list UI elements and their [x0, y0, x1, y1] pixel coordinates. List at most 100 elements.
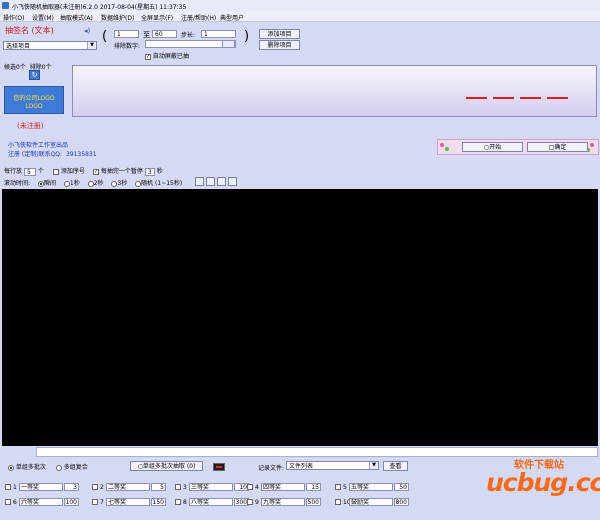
add-seq-checkbox[interactable] — [53, 168, 59, 175]
project-select[interactable]: 选择项目 ▼ — [3, 41, 97, 50]
prize-item: 5 五等奖 50 — [335, 483, 409, 491]
pause-unit: 秒 — [156, 168, 163, 175]
pause-input[interactable]: 3 — [144, 167, 155, 176]
scroll-time-row: 滚动时间: 瞬间 1秒 2秒 3秒 随机 (1~15秒) — [4, 178, 182, 187]
prize-name-input[interactable]: 四等奖 — [261, 483, 305, 491]
exclude-label: 排除数字: — [114, 43, 141, 50]
project-label: 抽签名 (文本) — [5, 26, 54, 35]
mode-single-radio[interactable] — [8, 464, 14, 471]
prize-count-input[interactable]: 150 — [151, 498, 166, 506]
record-label: 记录文件: — [258, 465, 285, 472]
range-from-input[interactable]: 1 — [114, 30, 139, 38]
menu-data[interactable]: 数据维护(D) — [101, 13, 134, 22]
result-slot — [547, 97, 568, 99]
prize-checkbox[interactable] — [247, 499, 253, 505]
exclude-picker-button[interactable] — [222, 40, 235, 48]
prize-name-input[interactable]: 一等奖 — [19, 483, 63, 491]
prize-count-input[interactable]: 5 — [151, 483, 166, 491]
site-watermark: 软件下载站 ucbug.cc — [486, 456, 600, 512]
prize-name-input[interactable]: 八等奖 — [189, 498, 233, 506]
scroll-mode-radio[interactable] — [87, 180, 94, 187]
flower-icon — [590, 143, 594, 147]
studio-name: 小飞侠软件工作室出品 — [8, 142, 69, 149]
prize-name-input[interactable]: 九等奖 — [261, 498, 305, 506]
mode-multi-radio[interactable] — [55, 464, 62, 471]
prize-name-input[interactable]: 六等奖 — [19, 498, 63, 506]
menu-draw-mode[interactable]: 抽取模式(A) — [60, 13, 93, 22]
add-seq-option[interactable]: 添加序号 — [53, 166, 85, 175]
step-input[interactable]: 1 — [201, 30, 236, 38]
prize-item: 7 七等奖 150 — [92, 498, 166, 506]
scroll-mode-radio[interactable] — [37, 180, 44, 187]
scroll-mode-radio[interactable] — [135, 180, 142, 187]
record-file-select[interactable]: 文件列表 ▼ — [286, 461, 379, 470]
pause-label: 每抽完一个暂停 — [100, 168, 143, 175]
per-row-label: 每行放 — [4, 168, 23, 175]
menu-operate[interactable]: 操作(O) — [3, 13, 24, 22]
contact-value[interactable]: 39135831 — [66, 151, 97, 158]
prize-checkbox[interactable] — [92, 484, 98, 490]
image-icon[interactable] — [206, 177, 215, 186]
prize-checkbox[interactable] — [5, 499, 11, 505]
refresh-icon[interactable]: ↻ — [29, 70, 40, 80]
prize-checkbox[interactable] — [175, 484, 181, 490]
menu-settings[interactable]: 设置(M) — [32, 13, 54, 22]
speaker-icon[interactable]: ◂) — [84, 27, 90, 35]
step-label: 步长: — [181, 32, 196, 39]
prize-name-input[interactable]: 三等奖 — [189, 483, 233, 491]
prize-name-input[interactable]: 鼓励奖 — [349, 498, 393, 506]
studio-contact: 注册 (定制)联系QQ: 39135831 — [8, 149, 97, 158]
result-area — [2, 189, 598, 446]
font-icon[interactable] — [195, 177, 204, 186]
start-button[interactable]: ○开始 — [462, 142, 523, 152]
prize-checkbox[interactable] — [5, 484, 11, 490]
color-icon[interactable] — [217, 177, 226, 186]
prize-count-input[interactable]: 15 — [306, 483, 321, 491]
leaf-icon — [445, 147, 449, 151]
prize-name-input[interactable]: 七等奖 — [106, 498, 150, 506]
add-project-button[interactable]: 添加项目 — [259, 29, 300, 39]
draw-display — [72, 65, 597, 117]
prize-checkbox[interactable] — [335, 484, 341, 490]
prize-count-input[interactable]: 50 — [394, 483, 409, 491]
pause-checkbox[interactable]: ✓ — [93, 168, 99, 175]
auto-clear-checkbox[interactable]: ✓ — [145, 53, 151, 60]
result-slot — [493, 97, 514, 99]
range-to-input[interactable]: 60 — [152, 30, 177, 38]
menu-fullscreen[interactable]: 全屏显示(F) — [141, 13, 173, 22]
unregistered-label: (未注册) — [17, 122, 44, 130]
menu-help[interactable]: 注册/帮助(H) — [181, 13, 216, 22]
scroll-mode-label: 1秒 — [69, 180, 80, 187]
prize-checkbox[interactable] — [247, 484, 253, 490]
window-title: 小飞侠随机抽取器(未注册)6.2.0 2017-08-04(星期五) 11:37… — [12, 4, 187, 11]
pause-option[interactable]: ✓ 每抽完一个暂停 3 秒 — [93, 166, 163, 176]
scroll-mode-label: 2秒 — [93, 180, 104, 187]
scroll-mode-radio[interactable] — [111, 180, 118, 187]
prize-checkbox[interactable] — [175, 499, 181, 505]
prize-name-input[interactable]: 五等奖 — [349, 483, 393, 491]
menu-typical-users[interactable]: 典型用户 — [220, 13, 244, 22]
per-row-input[interactable]: 5 — [23, 167, 36, 176]
per-row-option: 每行放 5 个 — [4, 166, 44, 176]
record-file-value: 文件列表 — [289, 463, 314, 470]
auto-clear-option[interactable]: ✓ 自动屏蔽已抽 — [145, 51, 189, 60]
prize-item: 6 六等奖 100 — [5, 498, 79, 506]
prize-count-input[interactable]: 3 — [64, 483, 79, 491]
auto-clear-label: 自动屏蔽已抽 — [152, 53, 189, 60]
prize-checkbox[interactable] — [92, 499, 98, 505]
prize-name-input[interactable]: 二等奖 — [106, 483, 150, 491]
chevron-down-icon: ▼ — [87, 42, 96, 49]
prize-count-input[interactable]: 100 — [64, 498, 79, 506]
prize-count-input[interactable]: 800 — [394, 498, 409, 506]
confirm-button[interactable]: □确定 — [527, 142, 588, 152]
single-batch-button[interactable]: ○单组多批次抽取 (0) — [130, 461, 203, 471]
scroll-mode-radio[interactable] — [63, 180, 70, 187]
prize-checkbox[interactable] — [335, 499, 341, 505]
selected-count-text: 候选0个 — [4, 64, 26, 71]
view-button[interactable]: 查看 — [383, 461, 408, 471]
prize-count-input[interactable]: 500 — [306, 498, 321, 506]
settings-icon[interactable] — [228, 177, 237, 186]
delete-project-button[interactable]: 删除项目 — [259, 40, 300, 50]
scroll-time-label: 滚动时间: — [4, 180, 31, 187]
scroll-mode-label: 瞬间 — [43, 180, 56, 187]
